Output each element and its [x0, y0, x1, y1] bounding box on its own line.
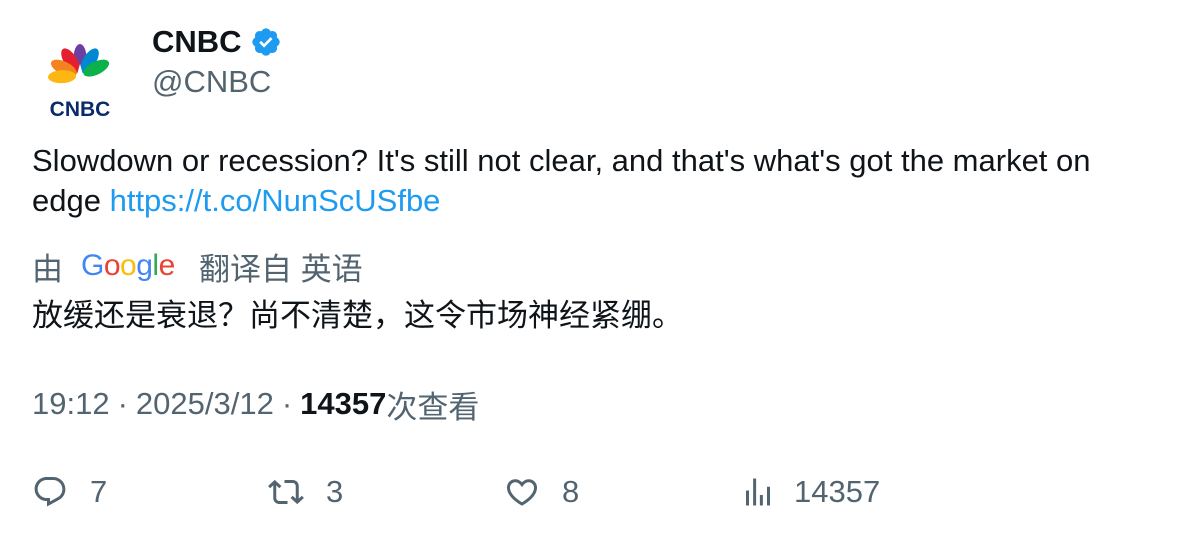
cnbc-peacock-logo-icon: CNBC [48, 44, 111, 121]
author-display-name[interactable]: CNBC [152, 22, 242, 62]
like-count: 8 [562, 474, 580, 509]
reply-count: 7 [90, 474, 108, 509]
reply-button[interactable]: 7 [32, 470, 107, 514]
avatar[interactable]: CNBC [32, 30, 128, 126]
views-button[interactable]: 14357 [740, 470, 880, 514]
verified-badge-icon [250, 26, 282, 58]
translation-prefix: 由 [32, 251, 63, 287]
tweet-card: CNBC CNBC @CNBC Slowdown or recession? I… [0, 0, 1196, 538]
views-label: 次查看 [386, 389, 480, 425]
retweet-count: 3 [326, 474, 344, 509]
meta-separator: · [117, 386, 128, 421]
bar-chart-icon [740, 474, 776, 510]
tweet-text: Slowdown or recession? It's still not cl… [32, 141, 1162, 221]
translation-suffix: 翻译自 英语 [199, 251, 363, 287]
meta-separator: · [281, 386, 293, 421]
retweet-icon [268, 474, 304, 510]
author-name-row: CNBC [152, 22, 282, 62]
tweet-time[interactable]: 19:12 [32, 386, 110, 422]
retweet-button[interactable]: 3 [268, 470, 343, 514]
tweet-link[interactable]: https://t.co/NunScUSfbe [110, 183, 441, 218]
tweet-date[interactable]: 2025/3/12 [136, 386, 274, 422]
google-logo-icon: Google [81, 246, 179, 286]
tweet-meta: 19:12 · 2025/3/12 · 14357 次查看 [32, 384, 480, 425]
views-count[interactable]: 14357 [300, 386, 386, 422]
translated-text: 放缓还是衰退？尚不清楚，这令市场神经紧绷。 [32, 298, 683, 333]
author-handle[interactable]: @CNBC [152, 62, 271, 102]
like-button[interactable]: 8 [504, 470, 579, 514]
reply-icon [32, 474, 68, 510]
translation-attribution: 由 Google 翻译自 英语 [32, 246, 363, 287]
heart-icon [504, 474, 540, 510]
svg-text:Google: Google [81, 249, 175, 282]
views-action-count: 14357 [794, 474, 881, 509]
cnbc-logo-text: CNBC [50, 98, 111, 121]
action-bar: 7 3 8 14357 [0, 470, 1196, 514]
